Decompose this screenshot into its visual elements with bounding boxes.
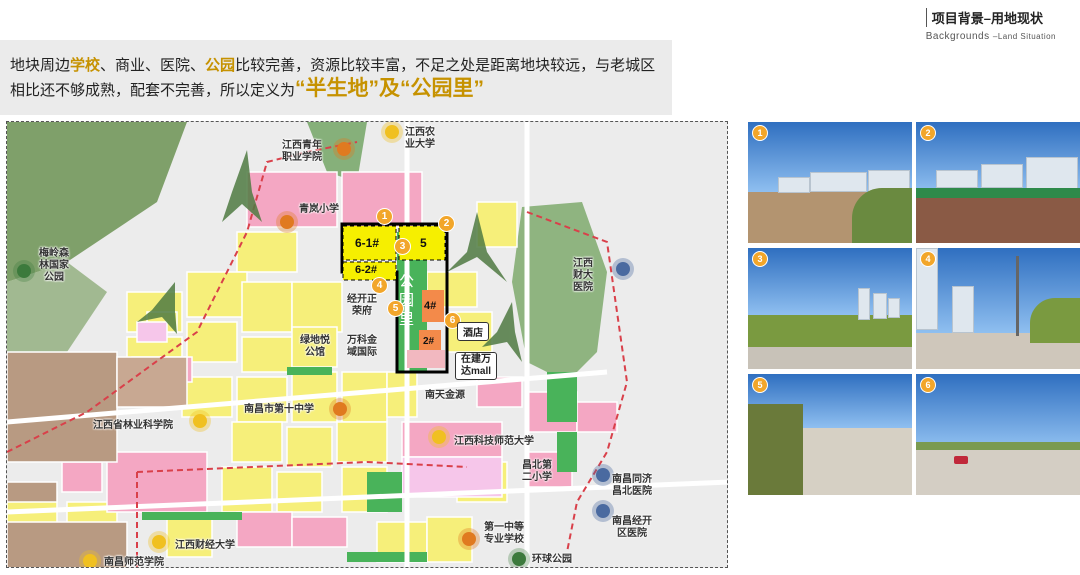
label-jxny: 江西农 业大学	[405, 127, 435, 150]
page-title: 项目背景–用地现状	[925, 8, 1056, 27]
site-photo-6[interactable]: 6	[916, 374, 1080, 495]
land-use-map: 6-1# 5 6-2# 4# 2# 公 园 里 1 2 3 4 5 6 酒店 在…	[6, 121, 728, 568]
photo-number: 6	[920, 377, 936, 393]
label-ncsz: 南昌市第十中学	[244, 404, 314, 415]
school-pin[interactable]	[385, 125, 399, 139]
subtitle-small: –Land Situation	[992, 32, 1056, 41]
site-photo-1[interactable]: 1	[748, 122, 912, 243]
label-jxcd: 江西 财大 医院	[573, 258, 593, 293]
label-jxcj: 江西财经大学	[175, 540, 235, 551]
intro-text: 地块周边学校、商业、医院、公园比较完善，资源比较丰富，不足之处是距离地块较远，与…	[10, 54, 672, 102]
label-hqgy: 环球公园	[532, 554, 572, 565]
site-photo-5[interactable]: 5	[748, 374, 912, 495]
label-mlsl: 梅岭森 林国家 公园	[39, 248, 69, 283]
label-ntjy: 南天金源	[425, 390, 465, 401]
hotel-tag: 酒店	[457, 322, 489, 341]
label-wkjy: 万科金 域国际	[347, 335, 377, 358]
park-label: 公 园 里	[399, 273, 415, 328]
label-dyzd: 第一中等 专业学校	[484, 522, 524, 545]
school-pin[interactable]	[193, 414, 207, 428]
school-pin[interactable]	[432, 430, 446, 444]
label-ldyg: 绿地悦 公馆	[300, 335, 330, 358]
park-pin[interactable]	[512, 552, 526, 566]
label-qlxx: 青岚小学	[299, 204, 339, 215]
site-photo-4[interactable]: 4	[916, 248, 1080, 369]
site-marker-1[interactable]: 1	[376, 208, 393, 225]
photo-number: 1	[752, 125, 768, 141]
park-pin[interactable]	[17, 264, 31, 278]
plot-4: 4#	[424, 300, 437, 312]
plot-6-2: 6-2#	[355, 264, 378, 276]
label-ncjk: 南昌经开 区医院	[612, 516, 652, 539]
label-nctj: 南昌同济 昌北医院	[612, 474, 652, 497]
intro-seg: 比较完善，资源比较丰富，不足之处是距离地块较远，与老城区	[235, 57, 656, 74]
school-pin[interactable]	[337, 142, 351, 156]
intro-seg: 地块周边	[10, 57, 71, 74]
site-marker-4[interactable]: 4	[371, 277, 388, 294]
plot-5: 5	[420, 236, 427, 250]
photo-number: 2	[920, 125, 936, 141]
page-header: 项目背景–用地现状 Backgrounds –Land Situation	[925, 8, 1056, 42]
intro-seg: 、商业、医院、	[100, 57, 206, 74]
intro-seg: 相比还不够成熟，配套不完善，所以定义为	[10, 82, 296, 99]
school-pin[interactable]	[280, 215, 294, 229]
school-pin[interactable]	[152, 535, 166, 549]
intro-quote-2: “公园里”	[400, 77, 485, 100]
intro-highlight-park: 公园	[205, 57, 236, 74]
school-pin[interactable]	[462, 532, 476, 546]
label-jkzr: 经开正 荣府	[347, 294, 377, 317]
photo-number: 3	[752, 251, 768, 267]
site-photo-3[interactable]: 3	[748, 248, 912, 369]
site-photo-2[interactable]: 2	[916, 122, 1080, 243]
site-marker-2[interactable]: 2	[438, 215, 455, 232]
intro-and: 及	[379, 77, 401, 100]
hospital-pin[interactable]	[616, 262, 630, 276]
label-cbde: 昌北第 二小学	[522, 460, 552, 483]
page-subtitle: Backgrounds –Land Situation	[926, 31, 1056, 42]
photo-number: 5	[752, 377, 768, 393]
school-pin[interactable]	[333, 402, 347, 416]
label-ncsf: 南昌师范学院	[104, 557, 164, 568]
subtitle-main: Backgrounds	[925, 31, 990, 42]
plot-2: 2#	[423, 336, 435, 347]
intro-box: 地块周边学校、商业、医院、公园比较完善，资源比较丰富，不足之处是距离地块较远，与…	[0, 40, 672, 115]
wanda-mall-tag: 在建万 达mall	[455, 352, 498, 380]
label-jxly: 江西省林业科学院	[93, 420, 173, 431]
hospital-pin[interactable]	[596, 504, 610, 518]
photo-number: 4	[920, 251, 936, 267]
label-jxkj: 江西科技师范大学	[454, 436, 534, 447]
plot-6-1: 6-1#	[355, 236, 380, 250]
label-jxqn: 江西青年 职业学院	[282, 140, 322, 163]
hospital-pin[interactable]	[596, 468, 610, 482]
site-marker-3[interactable]: 3	[394, 238, 411, 255]
intro-highlight-school: 学校	[70, 57, 101, 74]
school-pin[interactable]	[83, 554, 97, 567]
intro-quote-1: “半生地”	[295, 77, 380, 100]
site-marker-5[interactable]: 5	[387, 300, 404, 317]
